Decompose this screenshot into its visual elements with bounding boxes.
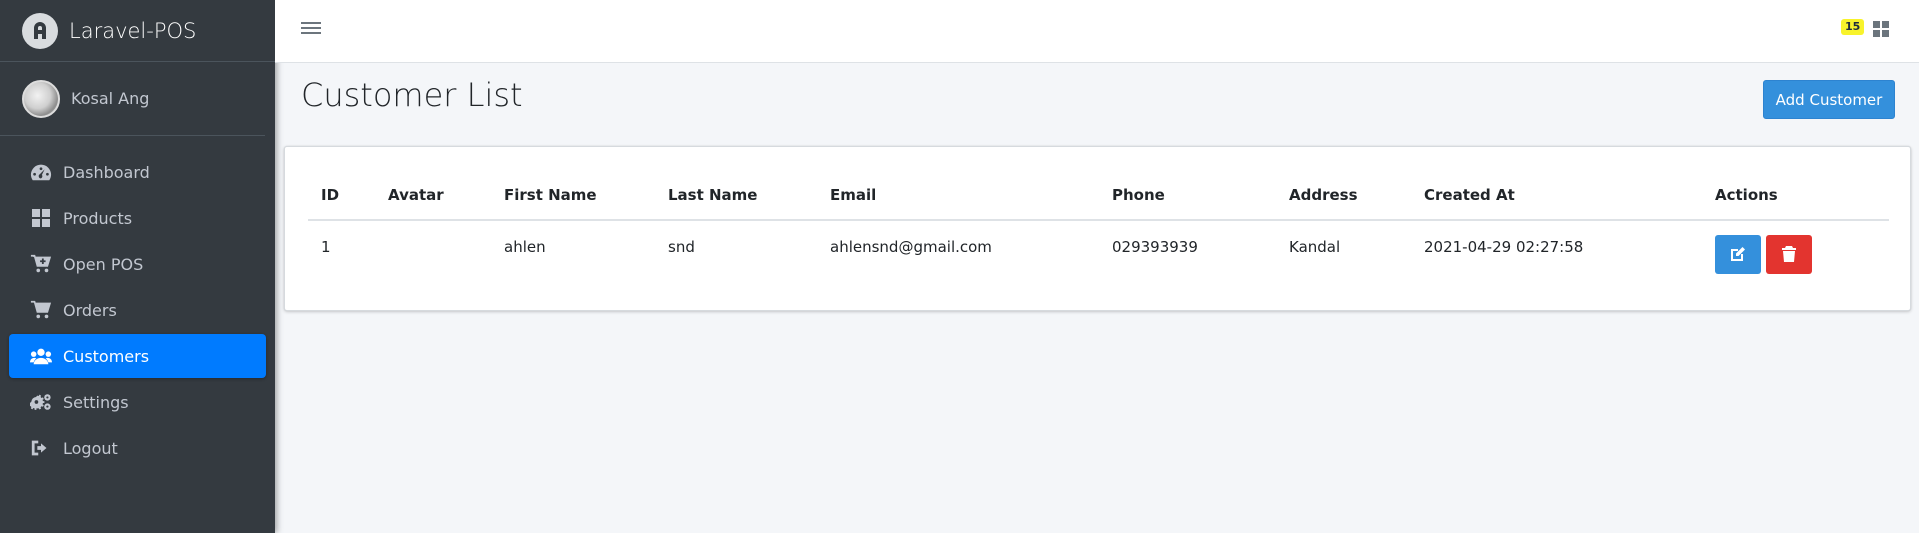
table-row: 1 ahlen snd ahlensnd@gmail.com 029393939…: [308, 220, 1889, 287]
avatar: [22, 79, 60, 118]
laravel-logo-icon: [22, 12, 58, 49]
cogs-icon: [29, 392, 53, 412]
sidebar-item-label: Orders: [63, 300, 117, 320]
column-header-address: Address: [1276, 170, 1411, 221]
column-header-phone: Phone: [1099, 170, 1276, 221]
sidebar-item-label: Dashboard: [63, 162, 150, 182]
cart-plus-icon: [29, 254, 53, 274]
cell-id: 1: [321, 238, 331, 256]
column-header-email: Email: [817, 170, 1099, 221]
grid-icon: [29, 208, 53, 228]
cell-actions: [1702, 220, 1889, 287]
cell-email: ahlensnd@gmail.com: [830, 238, 992, 256]
brand-name: Laravel-POS: [69, 18, 197, 43]
top-navbar: 15: [275, 0, 1919, 63]
cell-address: Kandal: [1289, 238, 1341, 256]
sign-out-icon: [29, 438, 53, 458]
user-panel[interactable]: Kosal Ang: [0, 62, 265, 136]
delete-button[interactable]: [1766, 234, 1812, 274]
users-icon: [29, 346, 53, 366]
cell-last-name: snd: [668, 238, 695, 256]
apps-grid-icon[interactable]: [1873, 21, 1889, 37]
column-header-last-name: Last Name: [655, 170, 817, 221]
add-customer-button[interactable]: Add Customer: [1763, 80, 1895, 119]
sidebar-item-label: Products: [63, 208, 133, 228]
page-title: Customer List: [301, 76, 523, 114]
column-header-avatar: Avatar: [375, 170, 491, 221]
sidebar-item-orders[interactable]: Orders: [9, 288, 266, 332]
sidebar-item-customers[interactable]: Customers: [9, 334, 266, 378]
cell-phone: 029393939: [1112, 238, 1198, 256]
customer-table-card: ID Avatar First Name Last Name Email Pho…: [284, 146, 1911, 311]
column-header-created-at: Created At: [1411, 170, 1702, 221]
cell-avatar: [375, 220, 491, 287]
sidebar-item-open-pos[interactable]: Open POS: [9, 242, 266, 286]
cell-first-name: ahlen: [504, 238, 546, 256]
brand-link[interactable]: Laravel-POS: [0, 0, 275, 62]
sidebar-nav: Dashboard Products Open POS Orders Custo…: [0, 136, 275, 470]
cell-created-at: 2021-04-29 02:27:58: [1424, 238, 1584, 256]
column-header-actions: Actions: [1702, 170, 1889, 221]
cart-icon: [29, 300, 53, 320]
trash-icon: [1782, 246, 1796, 262]
edit-icon: [1731, 247, 1745, 261]
row-actions: [1715, 234, 1889, 274]
column-header-id: ID: [308, 170, 375, 221]
table-header-row: ID Avatar First Name Last Name Email Pho…: [308, 170, 1889, 221]
sidebar-item-label: Logout: [63, 438, 118, 458]
notification-badge[interactable]: 15: [1841, 19, 1865, 35]
sidebar-item-dashboard[interactable]: Dashboard: [9, 150, 266, 194]
sidebar-item-label: Settings: [63, 392, 129, 412]
column-header-first-name: First Name: [491, 170, 655, 221]
sidebar-item-logout[interactable]: Logout: [9, 426, 266, 470]
customer-table: ID Avatar First Name Last Name Email Pho…: [308, 170, 1889, 287]
sidebar-item-label: Open POS: [63, 254, 144, 274]
user-name: Kosal Ang: [71, 89, 150, 108]
dashboard-gauge-icon: [29, 162, 53, 182]
sidebar-item-settings[interactable]: Settings: [9, 380, 266, 424]
edit-button[interactable]: [1715, 234, 1761, 274]
menu-toggle-icon[interactable]: [301, 19, 321, 39]
sidebar: Laravel-POS Kosal Ang Dashboard Products…: [0, 0, 275, 533]
sidebar-item-label: Customers: [63, 346, 150, 366]
sidebar-item-products[interactable]: Products: [9, 196, 266, 240]
